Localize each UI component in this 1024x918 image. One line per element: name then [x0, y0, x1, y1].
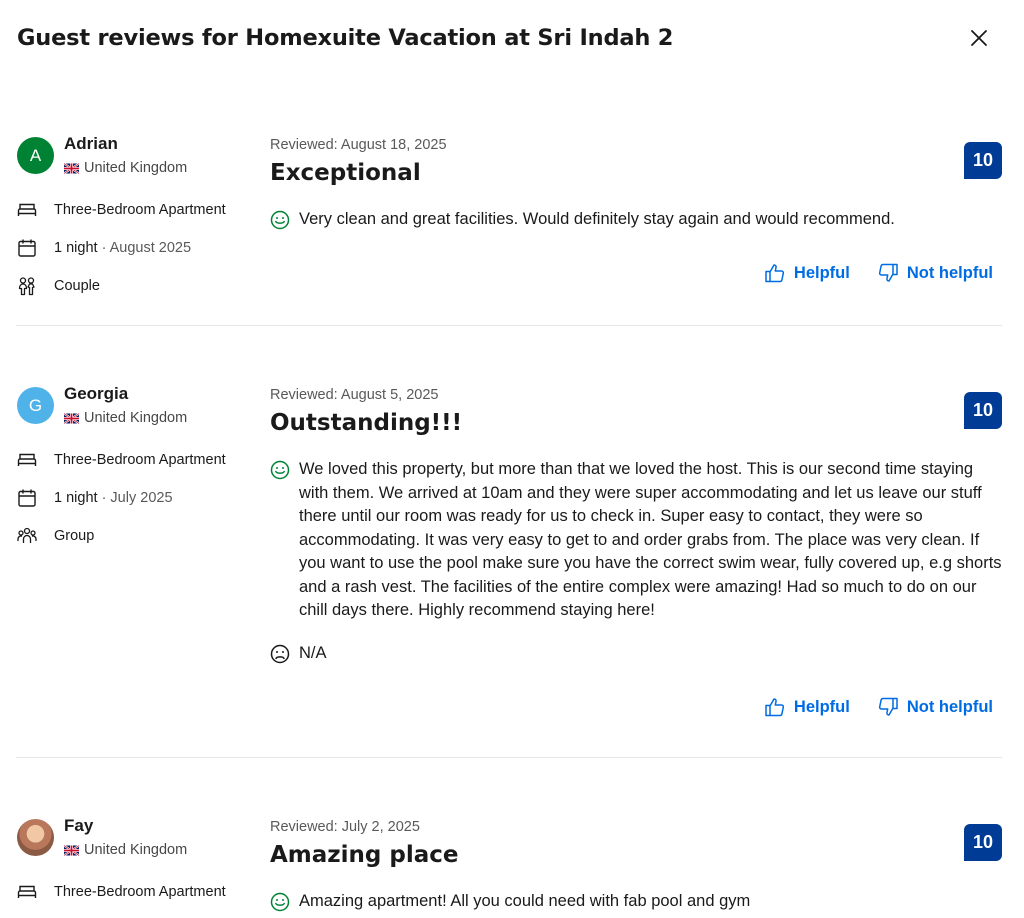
- room-type: Three-Bedroom Apartment: [17, 200, 226, 220]
- couple-icon: [17, 276, 37, 296]
- positive-comment: Very clean and great facilities. Would d…: [270, 208, 1002, 232]
- stay-info: 1 night · July 2025: [17, 488, 173, 508]
- close-button[interactable]: [967, 26, 991, 50]
- thumbs-down-icon: [878, 263, 898, 282]
- not-helpful-button[interactable]: Not helpful: [877, 262, 993, 284]
- review-card: G Georgia United Kingdom Three-Bedroom A…: [17, 384, 1002, 724]
- score-badge: 10: [964, 824, 1002, 861]
- review-title: Outstanding!!!: [270, 410, 463, 436]
- close-icon: [971, 30, 987, 46]
- avatar: [17, 819, 54, 856]
- traveler-type: Group: [17, 526, 94, 546]
- country-label: United Kingdom: [84, 842, 188, 858]
- reviewer-country: United Kingdom: [64, 410, 187, 426]
- traveler-type: Couple: [17, 276, 100, 296]
- room-type: Three-Bedroom Apartment: [17, 882, 226, 902]
- review-card: Fay United Kingdom Three-Bedroom Apartme…: [17, 816, 1002, 918]
- divider: [16, 325, 1002, 326]
- frown-icon: [270, 644, 290, 664]
- score-badge: 10: [964, 142, 1002, 179]
- reviewer-name: Fay: [64, 816, 94, 835]
- thumbs-up-icon: [765, 264, 784, 283]
- reviewer-name: Adrian: [64, 134, 118, 153]
- calendar-icon: [17, 238, 37, 258]
- positive-comment: Amazing apartment! All you could need wi…: [270, 890, 1002, 914]
- positive-comment: We loved this property, but more than th…: [270, 458, 1002, 623]
- reviewer-country: United Kingdom: [64, 160, 187, 176]
- page-title: Guest reviews for Homexuite Vacation at …: [17, 25, 674, 51]
- smiley-icon: [270, 210, 290, 230]
- bed-icon: [17, 200, 37, 220]
- reviewed-date: Reviewed: July 2, 2025: [270, 819, 420, 835]
- uk-flag-icon: [64, 162, 79, 174]
- review-card: A Adrian United Kingdom Three-Bedroom Ap…: [17, 134, 1002, 304]
- avatar: G: [17, 387, 54, 424]
- country-label: United Kingdom: [84, 410, 188, 426]
- negative-comment: N/A: [270, 642, 1002, 666]
- smiley-icon: [270, 892, 290, 912]
- score-badge: 10: [964, 392, 1002, 429]
- uk-flag-icon: [64, 412, 79, 424]
- avatar: A: [17, 137, 54, 174]
- thumbs-up-icon: [765, 698, 784, 717]
- helpful-button[interactable]: Helpful: [764, 262, 850, 284]
- review-title: Exceptional: [270, 160, 421, 186]
- bed-icon: [17, 450, 37, 470]
- reviewed-date: Reviewed: August 18, 2025: [270, 137, 447, 153]
- smiley-icon: [270, 460, 290, 480]
- uk-flag-icon: [64, 844, 79, 856]
- feedback-actions: Helpful Not helpful: [764, 262, 993, 284]
- not-helpful-button[interactable]: Not helpful: [877, 696, 993, 718]
- reviewer-name: Georgia: [64, 384, 129, 403]
- room-type: Three-Bedroom Apartment: [17, 450, 226, 470]
- group-icon: [17, 526, 37, 546]
- divider: [16, 757, 1002, 758]
- bed-icon: [17, 882, 37, 902]
- country-label: United Kingdom: [84, 160, 188, 176]
- thumbs-down-icon: [878, 697, 898, 716]
- feedback-actions: Helpful Not helpful: [764, 696, 993, 718]
- review-title: Amazing place: [270, 842, 459, 868]
- calendar-icon: [17, 488, 37, 508]
- reviewer-country: United Kingdom: [64, 842, 187, 858]
- reviewed-date: Reviewed: August 5, 2025: [270, 387, 439, 403]
- modal-header: Guest reviews for Homexuite Vacation at …: [17, 22, 1007, 62]
- stay-info: 1 night · August 2025: [17, 238, 191, 258]
- helpful-button[interactable]: Helpful: [764, 696, 850, 718]
